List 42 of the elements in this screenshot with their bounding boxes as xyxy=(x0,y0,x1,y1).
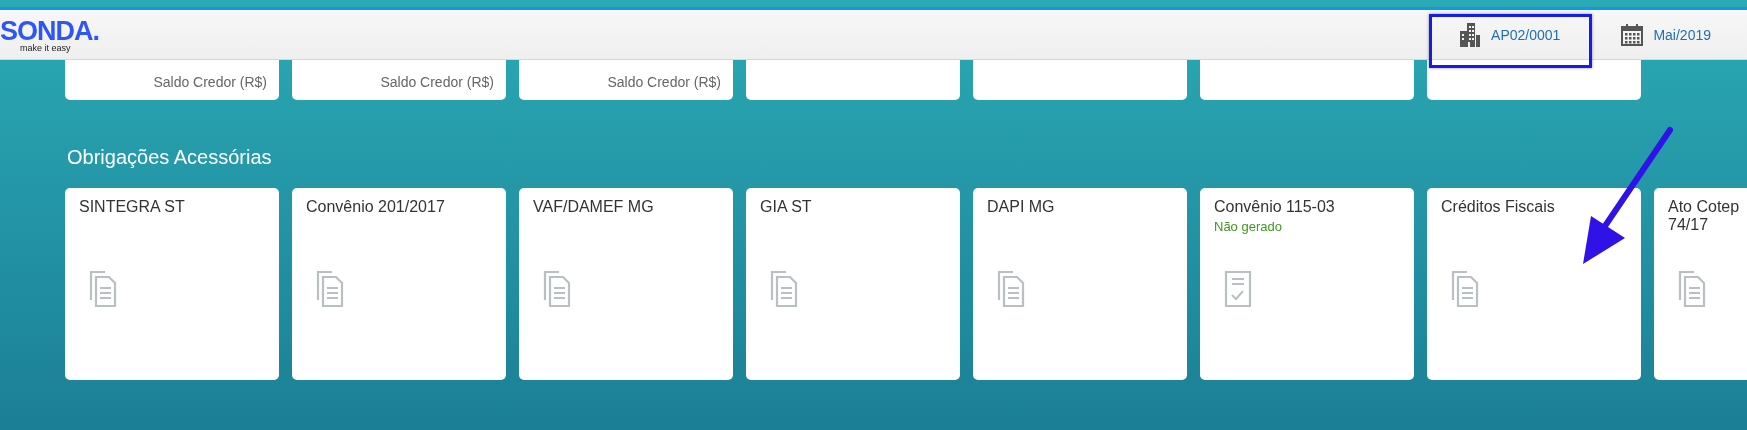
documents-icon xyxy=(543,270,571,308)
tile-title: DAPI MG xyxy=(987,198,1056,216)
report-tile[interactable]: VAF/DAMEF MG xyxy=(519,188,733,380)
tile-title: GIA ST xyxy=(760,198,813,216)
tile-caption: Saldo Credor (R$) xyxy=(607,74,721,90)
balance-tile[interactable] xyxy=(1200,60,1414,100)
report-tile[interactable]: DAPI MG xyxy=(973,188,1187,380)
report-tile[interactable]: GIA ST xyxy=(746,188,960,380)
balance-tile[interactable]: Saldo Credor (R$) xyxy=(292,60,506,100)
report-tile[interactable]: Créditos Fiscais xyxy=(1427,188,1641,380)
tile-caption: Saldo Credor (R$) xyxy=(153,74,267,90)
balance-tile[interactable]: Saldo Credor (R$) xyxy=(65,60,279,100)
balance-tile[interactable] xyxy=(973,60,1187,100)
tile-title: Convênio 201/2017 xyxy=(306,198,446,216)
report-tile[interactable]: Ato Cotep 74/17 xyxy=(1654,188,1747,380)
calendar-icon xyxy=(1621,23,1644,46)
documents-icon xyxy=(316,270,344,308)
documents-icon xyxy=(1678,270,1706,308)
tile-title: Ato Cotep 74/17 xyxy=(1668,198,1741,234)
tile-title: Créditos Fiscais xyxy=(1441,198,1556,216)
company-selector[interactable]: AP02/0001 xyxy=(1437,14,1583,55)
section-title: Obrigações Acessórias xyxy=(66,145,273,170)
documents-icon xyxy=(89,270,117,308)
tile-title: Convênio 115-03 xyxy=(1214,198,1336,216)
tile-caption: Saldo Credor (R$) xyxy=(380,74,494,90)
balance-tile[interactable] xyxy=(746,60,960,100)
tile-title: SINTEGRA ST xyxy=(79,198,186,216)
balance-tile[interactable] xyxy=(1427,60,1641,100)
balance-tile[interactable]: Saldo Credor (R$) xyxy=(519,60,733,100)
report-tile[interactable]: Convênio 115-03 Não gerado xyxy=(1200,188,1414,380)
report-tile[interactable]: SINTEGRA ST xyxy=(65,188,279,380)
building-icon xyxy=(1459,22,1482,47)
report-tile[interactable]: Convênio 201/2017 xyxy=(292,188,506,380)
logo-tagline: make it easy xyxy=(20,42,71,53)
period-selector[interactable]: Mai/2019 xyxy=(1599,14,1733,55)
logo-text: SONDA. xyxy=(0,18,99,43)
tile-title: VAF/DAMEF MG xyxy=(533,198,655,216)
documents-icon xyxy=(1451,270,1479,308)
documents-icon xyxy=(770,270,798,308)
status-text: Não gerado xyxy=(1214,219,1283,234)
checked-document-icon xyxy=(1224,270,1252,308)
documents-icon xyxy=(997,270,1025,308)
